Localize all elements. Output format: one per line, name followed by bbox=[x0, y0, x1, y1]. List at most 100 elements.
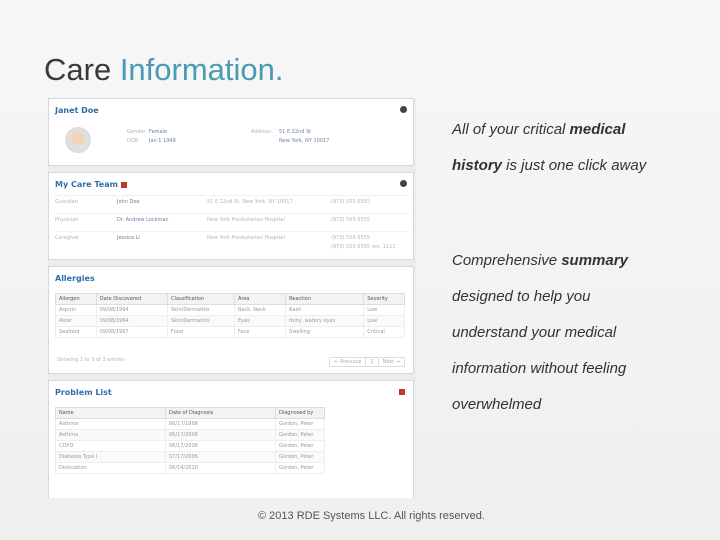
table-row[interactable]: Seafood 09/08/1997 Food Face Swelling Cr… bbox=[55, 326, 405, 338]
previous-button[interactable]: ← Previous bbox=[330, 358, 367, 366]
care-place: New York Presbyterian Hospital bbox=[207, 217, 285, 223]
cell: 09/08/1997 bbox=[95, 326, 169, 338]
care-team-row: Caregiver Jessica Li New York Presbyteri… bbox=[55, 231, 409, 255]
column-header[interactable]: Diagnosed by bbox=[275, 407, 325, 419]
care-name[interactable]: John Doe bbox=[117, 199, 139, 205]
column-header[interactable]: Severity bbox=[363, 293, 405, 305]
dob-value: Jan 1 1949 bbox=[149, 138, 176, 144]
table-row[interactable]: Asthma 06/17/2008 Gordon, Peter bbox=[55, 429, 325, 441]
cell: Gordon, Peter bbox=[275, 440, 325, 452]
care-phone: (973) 555-5555 bbox=[331, 199, 371, 205]
problem-table: Name Date of Diagnosis Diagnosed by Asth… bbox=[55, 407, 325, 474]
entries-info: Showing 1 to 3 of 3 entries bbox=[57, 357, 125, 363]
table-row[interactable]: Asthma 06/17/1998 Gordon, Peter bbox=[55, 418, 325, 430]
patient-name[interactable]: Janet Doe bbox=[55, 106, 99, 115]
cell: 09/08/1994 bbox=[95, 315, 169, 327]
address-line-2: New York, NY 10017 bbox=[279, 138, 330, 144]
next-button[interactable]: Next → bbox=[379, 358, 404, 366]
cell: Gordon, Peter bbox=[275, 451, 325, 463]
cell: Itchy, watery eyes bbox=[285, 315, 365, 327]
settings-icon[interactable] bbox=[400, 180, 407, 187]
cell: Skin/Dermatitis bbox=[167, 315, 235, 327]
address-label: Address bbox=[251, 129, 271, 135]
cell: Diabetes Type I bbox=[55, 451, 166, 463]
cell: Aster bbox=[55, 315, 97, 327]
problem-list-title[interactable]: Problem List bbox=[55, 388, 112, 397]
cell: 06/17/2008 bbox=[165, 440, 276, 452]
cell: Asthma bbox=[55, 418, 166, 430]
blurb-line: history is just one click away bbox=[452, 148, 646, 184]
care-name[interactable]: Dr. Andrew Lockman bbox=[117, 217, 169, 223]
care-team-title[interactable]: My Care Team bbox=[55, 180, 127, 189]
blurb-text: Comprehensive bbox=[452, 252, 562, 269]
blurb-line: designed to help you bbox=[452, 288, 591, 305]
column-header[interactable]: Area bbox=[233, 293, 287, 305]
pdf-icon[interactable] bbox=[399, 389, 405, 395]
blurb-text: is just one click away bbox=[502, 157, 647, 174]
cell: Low bbox=[363, 304, 405, 316]
cell: 06/14/2010 bbox=[165, 462, 276, 474]
column-header[interactable]: Name bbox=[55, 407, 166, 419]
blurb-emphasis: summary bbox=[561, 252, 628, 269]
copyright-footer: © 2013 RDE Systems LLC. All rights reser… bbox=[258, 510, 485, 522]
table-row[interactable]: Aspirin 09/08/1994 Skin/Dermatitis Back,… bbox=[55, 304, 405, 316]
care-team-row: Guardian John Doe 51 E 22nd St, New York… bbox=[55, 195, 409, 209]
column-header[interactable]: Date of Diagnosis bbox=[165, 407, 276, 419]
cell: Face bbox=[233, 326, 287, 338]
care-team-row: Physician Dr. Andrew Lockman New York Pr… bbox=[55, 213, 409, 227]
table-row[interactable]: COPD 06/17/2008 Gordon, Peter bbox=[55, 440, 325, 452]
column-header[interactable]: Classification bbox=[167, 293, 235, 305]
care-phone: (973) 555-5555 bbox=[331, 217, 371, 223]
column-header[interactable]: Allergen bbox=[55, 293, 97, 305]
allergies-title[interactable]: Allergies bbox=[55, 274, 95, 283]
table-header-row: Allergen Date Discovered Classification … bbox=[55, 293, 405, 305]
column-header[interactable]: Reaction bbox=[285, 293, 365, 305]
cell: Gordon, Peter bbox=[275, 418, 325, 430]
blurb-emphasis: medical bbox=[569, 121, 626, 138]
pagination: ← Previous 1 Next → bbox=[329, 357, 405, 367]
cell: Low bbox=[363, 315, 405, 327]
care-team-card: My Care Team Guardian John Doe 51 E 22nd… bbox=[48, 172, 414, 260]
blurb-line: Comprehensive summary bbox=[452, 243, 628, 279]
care-role: Guardian bbox=[55, 199, 78, 205]
care-role: Caregiver bbox=[55, 235, 80, 241]
cell: Gordon, Peter bbox=[275, 462, 325, 474]
care-role: Physician bbox=[55, 217, 79, 223]
blurb-text: All of your critical bbox=[452, 121, 570, 138]
cell: Eyes bbox=[233, 315, 287, 327]
cell: 07/17/2006 bbox=[165, 451, 276, 463]
cell: COPD bbox=[55, 440, 166, 452]
table-row[interactable]: Dislocation 06/14/2010 Gordon, Peter bbox=[55, 462, 325, 474]
blurb-line: All of your critical medical bbox=[452, 112, 646, 148]
cell: Critical bbox=[363, 326, 405, 338]
pdf-icon[interactable] bbox=[120, 181, 127, 188]
table-row[interactable]: Aster 09/08/1994 Skin/Dermatitis Eyes It… bbox=[55, 315, 405, 327]
column-header[interactable]: Date Discovered bbox=[95, 293, 169, 305]
table-row[interactable]: Diabetes Type I 07/17/2006 Gordon, Peter bbox=[55, 451, 325, 463]
blurb-emphasis: history bbox=[452, 157, 503, 174]
blurb-line: information without feeling bbox=[452, 360, 627, 377]
care-team-title-text: My Care Team bbox=[55, 180, 118, 189]
care-place: New York Presbyterian Hospital bbox=[207, 235, 285, 241]
cell: Back, Neck bbox=[233, 304, 287, 316]
care-phone-ext: (973) 555-5555 ext. 1111 bbox=[331, 244, 396, 250]
slide-title: Care Information. bbox=[44, 52, 284, 88]
cell: Rash bbox=[285, 304, 365, 316]
blurb-line: understand your medical bbox=[452, 324, 617, 341]
settings-icon[interactable] bbox=[400, 106, 407, 113]
cell: Dislocation bbox=[55, 462, 166, 474]
page-button[interactable]: 1 bbox=[366, 358, 379, 366]
cell: Gordon, Peter bbox=[275, 429, 325, 441]
blurb-medical-history: All of your critical medical history is … bbox=[452, 112, 646, 184]
dob-label: DOB bbox=[127, 138, 139, 144]
care-name[interactable]: Jessica Li bbox=[117, 235, 140, 241]
table-header-row: Name Date of Diagnosis Diagnosed by bbox=[55, 407, 325, 419]
title-part-1: Care bbox=[44, 52, 120, 87]
cell: Seafood bbox=[55, 326, 97, 338]
gender-label: Gender bbox=[127, 129, 146, 135]
profile-card: Janet Doe Gender Female DOB Jan 1 1949 A… bbox=[48, 98, 414, 166]
care-place: 51 E 22nd St, New York, NY 10017 bbox=[207, 199, 293, 205]
cell: Skin/Dermatitis bbox=[167, 304, 235, 316]
avatar bbox=[65, 127, 91, 153]
cell: Food bbox=[167, 326, 235, 338]
